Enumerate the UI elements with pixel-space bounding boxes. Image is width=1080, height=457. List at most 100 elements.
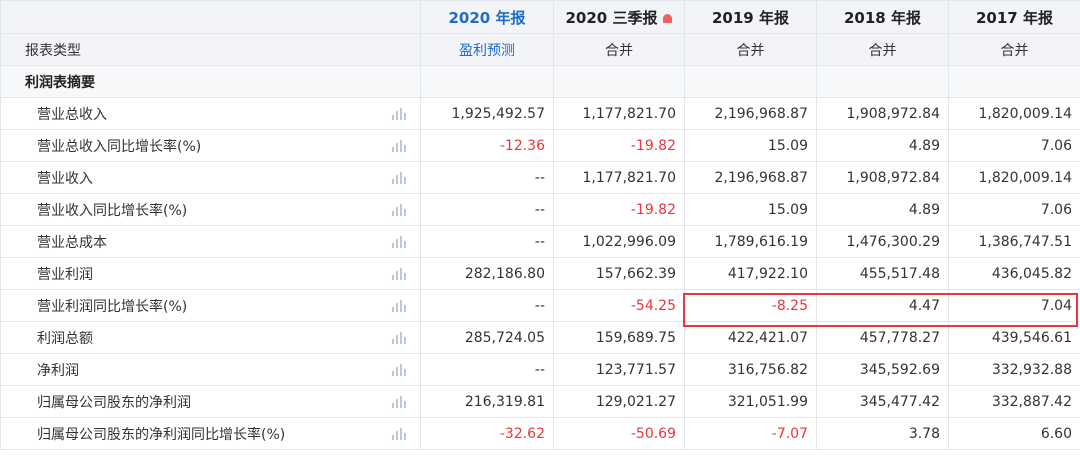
value-cell: 345,477.42	[816, 385, 949, 418]
value-cell: -7.07	[684, 417, 817, 450]
value-cell: 2,196,968.87	[684, 97, 817, 130]
table-row: 营业总收入 1,925,492.57 1,177,821.70 2,196,968.8…	[0, 97, 1080, 130]
value-cell: -19.82	[553, 129, 685, 162]
period-2020-annual[interactable]: 2020 年报	[420, 0, 554, 34]
section-title: 利润表摘要	[0, 65, 421, 98]
value-cell: 3.78	[816, 417, 949, 450]
value-cell: 4.47	[816, 289, 949, 322]
period-2019-annual[interactable]: 2019 年报	[684, 0, 817, 34]
table-row: 营业总收入同比增长率(%) -12.36 -19.82 15.09 4.89 7.06	[0, 129, 1080, 162]
metric-label: 营业总成本	[0, 225, 421, 258]
value-cell: 1,789,616.19	[684, 225, 817, 258]
value-cell: 316,756.82	[684, 353, 817, 386]
metric-label-text: 利润总额	[37, 330, 93, 347]
metric-label-text: 营业总收入	[37, 106, 107, 123]
value-cell: 1,820,009.14	[948, 161, 1080, 194]
period-header-row: 2020 年报 2020 三季报 2019 年报 2018 年报 2017 年报	[0, 0, 1080, 34]
value-cell: --	[420, 289, 554, 322]
value-cell: 216,319.81	[420, 385, 554, 418]
value-cell: --	[420, 161, 554, 194]
table-row: 营业收入 -- 1,177,821.70 2,196,968.87 1,908,972.…	[0, 161, 1080, 194]
value-cell: -12.36	[420, 129, 554, 162]
metric-label-text: 净利润	[37, 362, 79, 379]
period-2020-q3[interactable]: 2020 三季报	[553, 0, 685, 34]
value-cell: -54.25	[553, 289, 685, 322]
value-cell: 345,592.69	[816, 353, 949, 386]
report-type-forecast-link[interactable]: 盈利预测	[420, 33, 554, 66]
bar-chart-icon[interactable]	[392, 428, 406, 440]
bell-icon	[663, 13, 673, 23]
bar-chart-icon[interactable]	[392, 396, 406, 408]
value-cell: 7.06	[948, 193, 1080, 226]
value-cell: 417,922.10	[684, 257, 817, 290]
value-cell: 282,186.80	[420, 257, 554, 290]
value-cell: --	[420, 225, 554, 258]
table-row: 营业利润同比增长率(%) -- -54.25 -8.25 4.47 7.04	[0, 289, 1080, 322]
metric-label-text: 营业利润同比增长率(%)	[37, 298, 188, 315]
section-empty-cell	[816, 65, 949, 98]
report-type-cell: 合并	[948, 33, 1080, 66]
bar-chart-icon[interactable]	[392, 204, 406, 216]
value-cell: 1,177,821.70	[553, 97, 685, 130]
value-cell: 1,476,300.29	[816, 225, 949, 258]
metric-label: 营业收入	[0, 161, 421, 194]
table-row: 净利润 -- 123,771.57 316,756.82 345,592.69 332,9…	[0, 353, 1080, 386]
value-cell: 123,771.57	[553, 353, 685, 386]
financial-summary-table: 2020 年报 2020 三季报 2019 年报 2018 年报 2017 年报…	[0, 0, 1080, 450]
section-empty-cell	[420, 65, 554, 98]
value-cell: 4.89	[816, 193, 949, 226]
period-2017-annual[interactable]: 2017 年报	[948, 0, 1080, 34]
metric-label: 净利润	[0, 353, 421, 386]
metric-label-text: 营业收入同比增长率(%)	[37, 202, 188, 219]
report-type-cell: 合并	[816, 33, 949, 66]
bar-chart-icon[interactable]	[392, 364, 406, 376]
value-cell: 439,546.61	[948, 321, 1080, 354]
bar-chart-icon[interactable]	[392, 140, 406, 152]
value-cell: 6.60	[948, 417, 1080, 450]
value-cell: 285,724.05	[420, 321, 554, 354]
value-cell: --	[420, 353, 554, 386]
section-empty-cell	[948, 65, 1080, 98]
report-type-cell: 合并	[553, 33, 685, 66]
bar-chart-icon[interactable]	[392, 236, 406, 248]
value-cell: 7.06	[948, 129, 1080, 162]
table-row: 归属母公司股东的净利润同比增长率(%) -32.62 -50.69 -7.07 3.78…	[0, 417, 1080, 450]
value-cell: 15.09	[684, 193, 817, 226]
value-cell: 436,045.82	[948, 257, 1080, 290]
value-cell: 321,051.99	[684, 385, 817, 418]
value-cell: 1,908,972.84	[816, 97, 949, 130]
table-row: 营业收入同比增长率(%) -- -19.82 15.09 4.89 7.06	[0, 193, 1080, 226]
metric-label: 营业总收入	[0, 97, 421, 130]
value-cell: 457,778.27	[816, 321, 949, 354]
section-empty-cell	[684, 65, 817, 98]
value-cell: 2,196,968.87	[684, 161, 817, 194]
value-cell: 15.09	[684, 129, 817, 162]
value-cell: 1,820,009.14	[948, 97, 1080, 130]
value-cell: 455,517.48	[816, 257, 949, 290]
value-cell: -50.69	[553, 417, 685, 450]
bar-chart-icon[interactable]	[392, 172, 406, 184]
value-cell: 1,925,492.57	[420, 97, 554, 130]
metric-label: 营业总收入同比增长率(%)	[0, 129, 421, 162]
metric-label: 归属母公司股东的净利润	[0, 385, 421, 418]
metric-label-text: 归属母公司股东的净利润	[37, 394, 191, 411]
metric-label: 利润总额	[0, 321, 421, 354]
metric-label: 营业利润	[0, 257, 421, 290]
report-type-cell: 合并	[684, 33, 817, 66]
value-cell: 129,021.27	[553, 385, 685, 418]
table-row: 营业利润 282,186.80 157,662.39 417,922.10 455,51…	[0, 257, 1080, 290]
metric-label-text: 营业总成本	[37, 234, 107, 251]
value-cell: 332,887.42	[948, 385, 1080, 418]
value-cell: -8.25	[684, 289, 817, 322]
period-2018-annual[interactable]: 2018 年报	[816, 0, 949, 34]
value-cell: 1,386,747.51	[948, 225, 1080, 258]
bar-chart-icon[interactable]	[392, 332, 406, 344]
bar-chart-icon[interactable]	[392, 108, 406, 120]
value-cell: 7.04	[948, 289, 1080, 322]
bar-chart-icon[interactable]	[392, 300, 406, 312]
bar-chart-icon[interactable]	[392, 268, 406, 280]
value-cell: 4.89	[816, 129, 949, 162]
value-cell: 1,177,821.70	[553, 161, 685, 194]
value-cell: -32.62	[420, 417, 554, 450]
metric-label-text: 营业总收入同比增长率(%)	[37, 138, 202, 155]
